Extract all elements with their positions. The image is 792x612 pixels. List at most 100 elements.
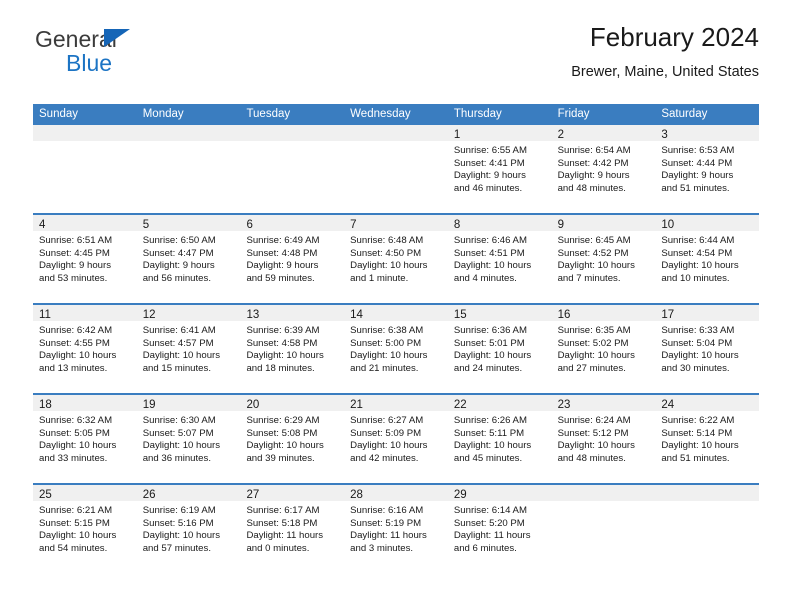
sunrise-text: Sunrise: 6:22 AM xyxy=(661,415,735,426)
sunrise-text: Sunrise: 6:35 AM xyxy=(557,325,631,336)
logo-text-blue: Blue xyxy=(66,50,113,76)
day-number-band: 19 xyxy=(136,395,241,411)
calendar-day-cell[interactable]: 9 Sunrise: 6:45 AM Sunset: 4:52 PM Daylight… xyxy=(551,215,656,303)
daylight-text-line1: Daylight: 10 hours xyxy=(39,350,117,362)
calendar-day-cell[interactable]: 29 Sunrise: 6:14 AM Sunset: 5:20 PM Dayligh… xyxy=(447,485,552,575)
day-number-band: 10 xyxy=(655,215,760,231)
sunset-text: Sunset: 4:58 PM xyxy=(246,337,318,349)
sunrise-text: Sunrise: 6:24 AM xyxy=(557,415,631,426)
day-number-band xyxy=(240,125,345,141)
general-blue-logo[interactable]: General Blue xyxy=(35,28,235,76)
sunset-text: Sunset: 4:42 PM xyxy=(557,157,629,169)
sunrise-text: Sunrise: 6:29 AM xyxy=(246,415,320,426)
calendar-day-cell[interactable]: 19 Sunrise: 6:30 AM Sunset: 5:07 PM Dayligh… xyxy=(136,395,241,483)
calendar-day-cell[interactable]: 22 Sunrise: 6:26 AM Sunset: 5:11 PM Dayligh… xyxy=(447,395,552,483)
calendar-day-cell[interactable]: 14 Sunrise: 6:38 AM Sunset: 5:00 PM Dayligh… xyxy=(344,305,448,393)
day-number-band: 2 xyxy=(551,125,656,141)
day-details: Sunrise: 6:44 AM Sunset: 4:54 PM Daylight:… xyxy=(655,231,759,285)
calendar-day-cell[interactable]: 13 Sunrise: 6:39 AM Sunset: 4:58 PM Dayligh… xyxy=(240,305,345,393)
calendar-day-cell[interactable]: 3 Sunrise: 6:53 AM Sunset: 4:44 PM Daylight… xyxy=(655,125,760,213)
calendar-day-cell[interactable]: 24 Sunrise: 6:22 AM Sunset: 5:14 PM Dayligh… xyxy=(655,395,760,483)
calendar-day-cell[interactable]: 2 Sunrise: 6:54 AM Sunset: 4:42 PM Daylight… xyxy=(551,125,656,213)
calendar-day-cell[interactable]: 8 Sunrise: 6:46 AM Sunset: 4:51 PM Daylight… xyxy=(447,215,552,303)
day-number: 3 xyxy=(661,129,668,141)
calendar-day-cell[interactable]: 15 Sunrise: 6:36 AM Sunset: 5:01 PM Dayligh… xyxy=(447,305,552,393)
calendar-day-cell[interactable]: 28 Sunrise: 6:16 AM Sunset: 5:19 PM Dayligh… xyxy=(344,485,448,575)
sunrise-text: Sunrise: 6:16 AM xyxy=(350,505,424,516)
day-number: 24 xyxy=(661,399,675,411)
calendar-day-cell[interactable]: 1 Sunrise: 6:55 AM Sunset: 4:41 PM Daylight… xyxy=(447,125,552,213)
calendar-day-cell[interactable]: 6 Sunrise: 6:49 AM Sunset: 4:48 PM Daylight… xyxy=(240,215,345,303)
daylight-text-line2: and 57 minutes. xyxy=(142,542,211,554)
sunset-text: Sunset: 4:51 PM xyxy=(453,247,525,259)
day-number-band: 7 xyxy=(344,215,448,231)
calendar-day-cell[interactable]: 4 Sunrise: 6:51 AM Sunset: 4:45 PM Daylight… xyxy=(33,215,137,303)
weekday-header-friday: Friday xyxy=(557,108,590,120)
calendar-day-cell[interactable]: 21 Sunrise: 6:27 AM Sunset: 5:09 PM Dayligh… xyxy=(344,395,448,483)
day-number: 23 xyxy=(557,399,571,411)
daylight-text-line1: Daylight: 9 hours xyxy=(246,260,319,272)
sunrise-text: Sunrise: 6:48 AM xyxy=(350,235,424,246)
day-number-band: 1 xyxy=(447,125,552,141)
daylight-text-line2: and 10 minutes. xyxy=(661,272,730,284)
daylight-text-line1: Daylight: 9 hours xyxy=(661,170,734,182)
day-details: Sunrise: 6:38 AM Sunset: 5:00 PM Daylight:… xyxy=(344,321,448,375)
day-number-band: 24 xyxy=(655,395,760,411)
calendar-day-cell[interactable]: 7 Sunrise: 6:48 AM Sunset: 4:50 PM Daylight… xyxy=(344,215,448,303)
daylight-text-line1: Daylight: 10 hours xyxy=(661,350,739,362)
sunset-text: Sunset: 5:12 PM xyxy=(557,427,629,439)
day-number: 12 xyxy=(142,309,156,321)
day-number: 6 xyxy=(246,219,253,231)
page-title: February 2024 xyxy=(589,22,759,52)
calendar-day-cell[interactable]: 16 Sunrise: 6:35 AM Sunset: 5:02 PM Dayligh… xyxy=(551,305,656,393)
sunset-text: Sunset: 5:09 PM xyxy=(350,427,422,439)
day-details: Sunrise: 6:50 AM Sunset: 4:47 PM Daylight:… xyxy=(137,231,241,285)
daylight-text-line1: Daylight: 9 hours xyxy=(142,260,215,272)
daylight-text-line2: and 33 minutes. xyxy=(39,452,108,464)
page-header: General Blue February 2024 Brewer, Maine… xyxy=(33,0,759,80)
calendar-day-cell[interactable]: 26 Sunrise: 6:19 AM Sunset: 5:16 PM Dayligh… xyxy=(136,485,241,575)
day-number-band: 9 xyxy=(551,215,656,231)
calendar-week-row: 11 Sunrise: 6:42 AM Sunset: 4:55 PM Dayligh… xyxy=(33,305,760,395)
sunset-text: Sunset: 5:08 PM xyxy=(246,427,318,439)
day-number-band: 17 xyxy=(655,305,760,321)
daylight-text-line1: Daylight: 10 hours xyxy=(142,350,221,362)
day-details: Sunrise: 6:55 AM Sunset: 4:41 PM Daylight:… xyxy=(448,141,552,195)
day-number-band: 26 xyxy=(136,485,241,501)
calendar-day-cell[interactable]: 10 Sunrise: 6:44 AM Sunset: 4:54 PM Dayligh… xyxy=(655,215,760,303)
sunset-text: Sunset: 5:16 PM xyxy=(142,517,214,529)
daylight-text-line2: and 46 minutes. xyxy=(453,182,523,194)
calendar-day-cell[interactable]: 20 Sunrise: 6:29 AM Sunset: 5:08 PM Dayligh… xyxy=(240,395,345,483)
day-number: 16 xyxy=(557,309,571,321)
calendar-day-cell[interactable]: 5 Sunrise: 6:50 AM Sunset: 4:47 PM Daylight… xyxy=(136,215,241,303)
daylight-text-line1: Daylight: 9 hours xyxy=(557,170,630,182)
sunrise-text: Sunrise: 6:19 AM xyxy=(142,505,216,516)
day-number: 25 xyxy=(39,489,52,501)
daylight-text-line2: and 21 minutes. xyxy=(350,362,419,374)
sunset-text: Sunset: 5:11 PM xyxy=(453,427,525,439)
day-details: Sunrise: 6:36 AM Sunset: 5:01 PM Daylight:… xyxy=(448,321,552,375)
sunset-text: Sunset: 4:52 PM xyxy=(557,247,629,259)
calendar-day-cell[interactable]: 23 Sunrise: 6:24 AM Sunset: 5:12 PM Dayligh… xyxy=(551,395,656,483)
day-details: Sunrise: 6:53 AM Sunset: 4:44 PM Daylight:… xyxy=(655,141,759,195)
day-number: 13 xyxy=(246,309,260,321)
day-details: Sunrise: 6:14 AM Sunset: 5:20 PM Daylight:… xyxy=(448,501,552,555)
calendar-day-cell[interactable]: 27 Sunrise: 6:17 AM Sunset: 5:18 PM Dayligh… xyxy=(240,485,345,575)
day-details: Sunrise: 6:17 AM Sunset: 5:18 PM Daylight:… xyxy=(240,501,344,555)
day-number-band: 8 xyxy=(447,215,552,231)
sunrise-text: Sunrise: 6:55 AM xyxy=(453,145,527,156)
daylight-text-line2: and 36 minutes. xyxy=(142,452,211,464)
sunset-text: Sunset: 4:44 PM xyxy=(661,157,733,169)
daylight-text-line1: Daylight: 10 hours xyxy=(661,260,739,272)
sunset-text: Sunset: 4:50 PM xyxy=(350,247,422,259)
calendar-day-cell[interactable]: 25 Sunrise: 6:21 AM Sunset: 5:15 PM Dayligh… xyxy=(33,485,137,575)
weekday-header-row: Sunday Monday Tuesday Wednesday Thursday Frid… xyxy=(33,104,759,125)
calendar-day-cell[interactable]: 11 Sunrise: 6:42 AM Sunset: 4:55 PM Dayligh… xyxy=(33,305,137,393)
calendar-day-cell[interactable]: 12 Sunrise: 6:41 AM Sunset: 4:57 PM Dayligh… xyxy=(136,305,241,393)
calendar-day-cell[interactable]: 17 Sunrise: 6:33 AM Sunset: 5:04 PM Dayligh… xyxy=(655,305,760,393)
calendar-day-cell[interactable]: 18 Sunrise: 6:32 AM Sunset: 5:05 PM Dayligh… xyxy=(33,395,137,483)
daylight-text-line1: Daylight: 10 hours xyxy=(453,440,532,452)
daylight-text-line2: and 0 minutes. xyxy=(246,542,310,554)
daylight-text-line2: and 1 minute. xyxy=(350,272,409,284)
sunrise-text: Sunrise: 6:26 AM xyxy=(453,415,527,426)
